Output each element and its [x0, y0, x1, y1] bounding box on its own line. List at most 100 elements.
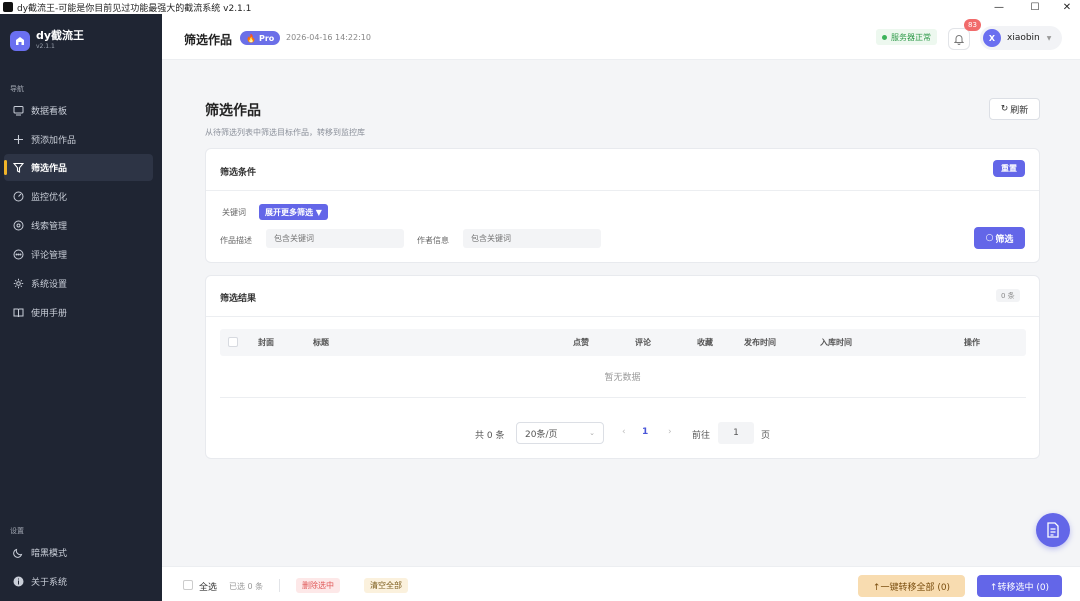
- page-title: 筛选作品: [184, 33, 233, 47]
- col-title: 标题: [313, 338, 329, 347]
- transfer-all-button[interactable]: ↑一键转移全部 (0): [858, 575, 965, 597]
- timestamp: 2026-04-16 14:22:10: [286, 33, 371, 42]
- col-favorites: 收藏: [697, 338, 713, 347]
- sidebar-item-label: 筛选作品: [31, 164, 68, 174]
- transfer-selected-button[interactable]: ↑转移选中 (0): [977, 575, 1062, 597]
- reset-button[interactable]: 重置: [993, 160, 1025, 177]
- table-header: 封面 标题 点赞 评论 收藏 发布时间 入库时间 操作: [220, 329, 1026, 356]
- divider: [206, 190, 1039, 191]
- app-icon: [3, 2, 13, 12]
- sidebar-item-dashboard[interactable]: 数据看板: [4, 97, 153, 124]
- divider: [220, 397, 1026, 398]
- author-input[interactable]: [463, 229, 601, 248]
- document-fab-button[interactable]: [1036, 513, 1070, 547]
- sidebar-item-label: 监控优化: [31, 193, 68, 203]
- user-menu[interactable]: X xiaobin ▼: [980, 26, 1062, 50]
- page-size-value: 20条/页: [525, 429, 558, 440]
- selected-count: 已选 0 条: [229, 582, 264, 591]
- prev-page-button[interactable]: ‹: [622, 427, 626, 437]
- more-filters-button[interactable]: 展开更多筛选 ▼: [259, 204, 328, 220]
- dark-mode-toggle[interactable]: 暗黑模式: [4, 539, 153, 566]
- window-title: dy截流王-可能是你目前见过功能最强大的截流系统 v2.1.1: [17, 3, 252, 14]
- sidebar-item-monitor[interactable]: 监控优化: [4, 183, 153, 210]
- col-comments: 评论: [635, 338, 651, 347]
- divider: [279, 579, 280, 592]
- book-icon: [12, 307, 24, 319]
- topbar: 筛选作品 🔥 Pro 2026-04-16 14:22:10 服务器正常 83 X…: [162, 14, 1080, 60]
- gear-icon: [12, 278, 24, 290]
- search-icon: ○: [985, 233, 994, 243]
- server-status-label: 服务器正常: [891, 32, 931, 42]
- brand-version: v2.1.1: [36, 43, 55, 50]
- filter-card: 筛选条件 重置 关键词 展开更多筛选 ▼ 作品描述 作者信息 ○筛选: [205, 148, 1040, 263]
- pager-total: 共 0 条: [475, 431, 505, 441]
- description-input[interactable]: [266, 229, 404, 248]
- pro-label: Pro: [258, 33, 275, 43]
- plus-icon: [12, 134, 24, 146]
- chevron-down-icon: ⌄: [589, 429, 595, 437]
- page-size-select[interactable]: 20条/页 ⌄: [516, 422, 604, 444]
- comment-icon: [12, 249, 24, 261]
- divider: [206, 316, 1039, 317]
- col-cover: 封面: [258, 338, 274, 347]
- refresh-label: 刷新: [1010, 105, 1029, 116]
- sidebar-item-leads[interactable]: 线索管理: [4, 212, 153, 239]
- page-heading: 筛选作品: [205, 103, 261, 119]
- filter-icon: [12, 162, 24, 174]
- sidebar-item-label: 预添加作品: [31, 136, 77, 146]
- header-checkbox[interactable]: [228, 337, 238, 347]
- goto-label: 前往: [692, 431, 711, 441]
- monitor-icon: [12, 191, 24, 203]
- maximize-icon[interactable]: ☐: [1022, 0, 1048, 14]
- minimize-icon[interactable]: —: [986, 0, 1012, 14]
- brand: dy截流王 v2.1.1: [10, 30, 84, 51]
- settings-section-label: 设置: [10, 527, 24, 535]
- bottom-action-bar: 全选 已选 0 条 删除选中 清空全部 ↑一键转移全部 (0) ↑转移选中 (0…: [162, 566, 1080, 601]
- sidebar-item-label: 系统设置: [31, 280, 68, 290]
- sidebar-item-label: 数据看板: [31, 107, 68, 117]
- pro-badge: 🔥 Pro: [240, 31, 281, 45]
- sidebar-item-label: 线索管理: [31, 222, 68, 232]
- next-page-button[interactable]: ›: [668, 427, 672, 437]
- goto-page-input[interactable]: [718, 422, 754, 444]
- status-dot-icon: [882, 34, 887, 40]
- notification-badge: 83: [964, 19, 981, 31]
- current-page[interactable]: 1: [642, 427, 648, 437]
- filter-card-title: 筛选条件: [220, 168, 257, 178]
- sidebar-item-pre-add[interactable]: 预添加作品: [4, 126, 153, 153]
- sidebar-item-settings[interactable]: 系统设置: [4, 270, 153, 297]
- col-publish-time: 发布时间: [744, 338, 776, 347]
- server-status: 服务器正常: [876, 29, 937, 45]
- filter-submit-label: 筛选: [995, 234, 1014, 245]
- about-system[interactable]: 关于系统: [4, 568, 153, 595]
- empty-state: 暂无数据: [604, 373, 641, 383]
- clear-all-button[interactable]: 清空全部: [364, 578, 408, 593]
- nav-section-label: 导航: [10, 85, 24, 93]
- chevron-down-icon: ▼: [1046, 34, 1052, 42]
- document-icon: [1047, 522, 1059, 538]
- delete-selected-button[interactable]: 删除选中: [296, 578, 340, 593]
- dashboard-icon: [12, 105, 24, 117]
- close-icon[interactable]: ✕: [1054, 0, 1080, 14]
- notification-button[interactable]: [948, 28, 970, 50]
- moon-icon: [12, 547, 24, 559]
- author-label: 作者信息: [417, 236, 449, 245]
- page-heading-block: 筛选作品 从待筛选列表中筛选目标作品，转移到监控库: [205, 100, 365, 138]
- info-icon: [12, 576, 24, 588]
- select-all-checkbox[interactable]: [183, 580, 193, 590]
- brand-name: dy截流王: [36, 29, 85, 42]
- col-likes: 点赞: [573, 338, 589, 347]
- leads-icon: [12, 220, 24, 232]
- bell-icon: [954, 34, 964, 45]
- sidebar: dy截流王 v2.1.1 导航 数据看板 预添加作品 筛选作品 监控优化 线索管…: [0, 14, 162, 601]
- filter-submit-button[interactable]: ○ 筛选: [974, 227, 1025, 249]
- sidebar-item-filter[interactable]: 筛选作品: [4, 154, 153, 181]
- refresh-button[interactable]: ↻ 刷新: [989, 98, 1040, 120]
- sidebar-item-manual[interactable]: 使用手册: [4, 299, 153, 326]
- about-label: 关于系统: [31, 578, 68, 588]
- select-all-label[interactable]: 全选: [199, 580, 217, 593]
- sidebar-item-comments[interactable]: 评论管理: [4, 241, 153, 268]
- sidebar-item-label: 评论管理: [31, 251, 68, 261]
- avatar: X: [983, 29, 1001, 47]
- logo-icon: [10, 30, 30, 51]
